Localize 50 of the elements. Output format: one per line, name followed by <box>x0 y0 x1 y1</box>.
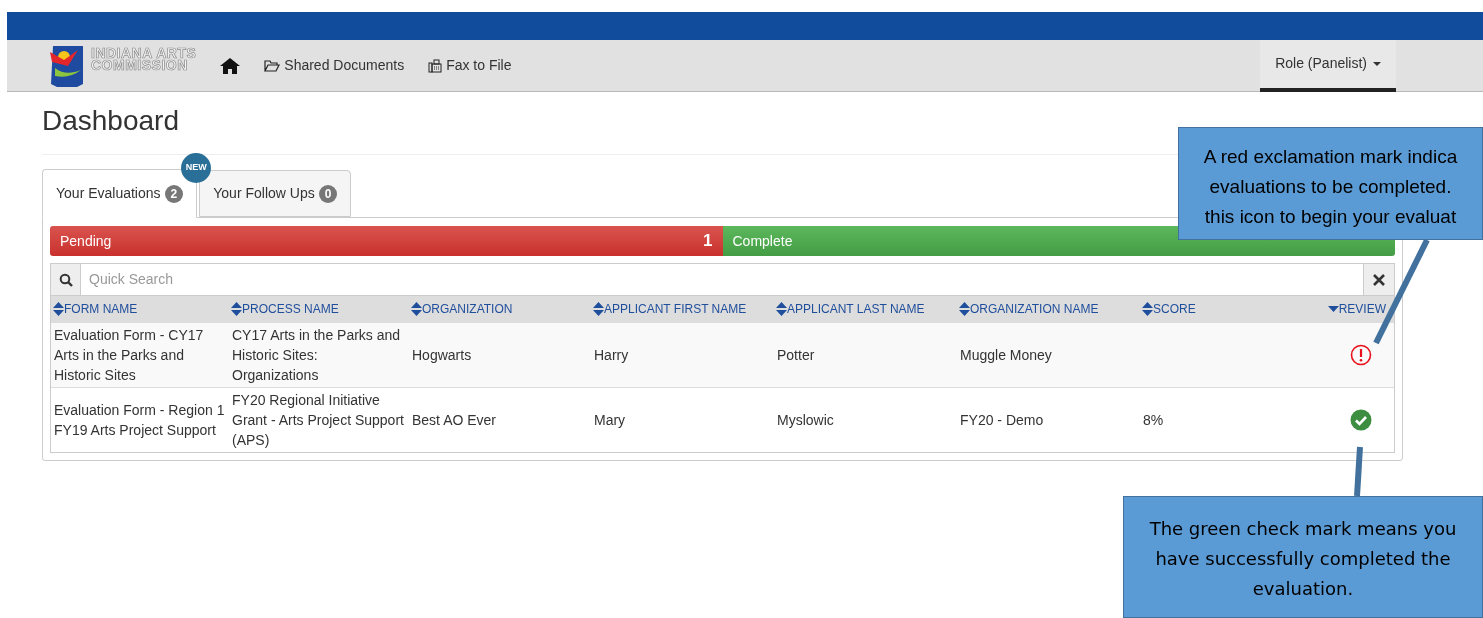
nav-link[interactable]: Shared Documents <box>264 55 405 76</box>
folder-icon <box>264 59 281 72</box>
close-icon <box>1373 273 1385 286</box>
table-cell: Harry <box>594 347 629 363</box>
table-cell: Mary <box>594 412 626 428</box>
clear-search-button[interactable] <box>1363 264 1394 295</box>
segment-label: Pending <box>60 231 112 251</box>
column-header[interactable]: PROCESS NAME <box>229 300 409 318</box>
check-circle-icon[interactable] <box>1350 409 1372 431</box>
column-header[interactable]: FORM NAME <box>51 300 229 318</box>
new-badge: NEW <box>181 153 212 183</box>
column-header[interactable]: ORGANIZATION NAME <box>957 300 1140 318</box>
column-header[interactable]: APPLICANT LAST NAME <box>774 300 957 318</box>
tab[interactable]: Your Evaluations 2 <box>42 169 198 218</box>
callout-text: evaluation. <box>1252 577 1354 601</box>
table-cell: Hogwarts <box>412 347 472 363</box>
page-title: Dashboard <box>42 104 180 138</box>
nav-link[interactable]: Fax to File <box>428 55 512 76</box>
tab[interactable]: Your Follow Ups 0 <box>199 170 352 217</box>
role-menu[interactable]: Role (Panelist) <box>1260 39 1396 92</box>
segment-label: Complete <box>732 231 793 251</box>
table-cell: Potter <box>777 347 815 363</box>
count-badge: 2 <box>164 184 184 203</box>
callout-text: this icon to begin your evaluat <box>1204 205 1457 229</box>
segment-count: 1 <box>703 230 713 253</box>
column-header[interactable]: ORGANIZATION <box>409 300 591 318</box>
count-badge: 0 <box>318 184 338 203</box>
caret-icon <box>1373 61 1381 66</box>
table-cell: 8% <box>1143 412 1164 428</box>
logo-text: INDIANA ARTS COMMISSION <box>91 46 197 71</box>
callout-text: A red exclamation mark indica <box>1203 145 1458 169</box>
table-cell: Evaluation Form - CY17 Arts in the Parks and Historic Sites <box>54 327 204 383</box>
search-field[interactable]: Quick Search <box>81 264 1363 295</box>
table-cell: Myslowic <box>777 412 834 428</box>
fax-icon <box>428 58 443 73</box>
column-header[interactable]: SCORE <box>1140 300 1323 318</box>
home-icon[interactable] <box>220 57 241 74</box>
table-cell: Best AO Ever <box>412 412 497 428</box>
column-header[interactable]: APPLICANT FIRST NAME <box>591 300 774 318</box>
warning-icon[interactable] <box>1350 344 1372 366</box>
table-cell: Muggle Money <box>960 347 1052 363</box>
callout-text: have successfully completed the <box>1155 547 1451 571</box>
callout-text: The green check mark means you <box>1149 517 1457 541</box>
callout-text: evaluations to be completed. <box>1209 175 1452 199</box>
column-header[interactable]: REVIEW <box>1323 300 1394 318</box>
table-cell: CY17 Arts in the Parks and Historic Sites: Organizations <box>232 327 401 383</box>
table-cell: FY20 - Demo <box>960 412 1044 428</box>
search-icon <box>58 272 73 287</box>
table-cell: Evaluation Form - Region 1 FY19 Arts Project Support <box>54 402 225 438</box>
table-cell: FY20 Regional Initiative Grant - Arts Project Support (APS) <box>232 392 404 448</box>
